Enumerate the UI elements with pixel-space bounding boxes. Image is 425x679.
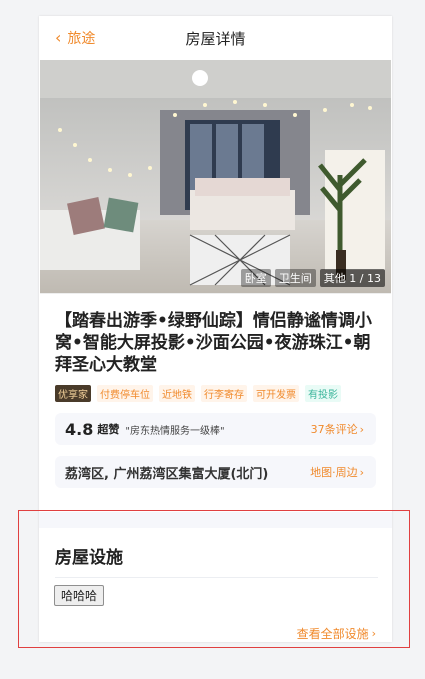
badge-parking: 付费停车位 [97,385,153,402]
photo-tag-other[interactable]: 其他 1 / 13 [319,269,385,287]
map-link-label: 地图·周边 [310,466,358,479]
listing-title: 【踏春出游季•绿野仙踪】情侣静谧情调小窝•智能大屏投影•沙面公园•夜游珠江•朝拜… [55,311,372,375]
badge-projector: 有投影 [305,385,341,402]
photo-tag-bathroom[interactable]: 卫生间 [274,269,316,287]
photo-tag-other-label: 其他 [323,272,346,285]
map-link[interactable]: 地图·周边 › [310,464,364,480]
badge-invoice: 可开发票 [253,385,299,402]
reviews-link[interactable]: 37条评论 › [311,421,364,437]
photo-tags: 卧室 卫生间 其他 1 / 13 [240,269,385,287]
chevron-right-icon: › [359,422,364,436]
chevron-right-icon: › [359,465,364,479]
rating-level: 超赞 [97,423,120,436]
room-photo [40,60,391,293]
rating-score: 4.8 [65,419,94,439]
badge-premium: 优享家 [55,385,91,402]
photo-tag-bedroom[interactable]: 卧室 [240,269,271,287]
address-row[interactable]: 荔湾区, 广州荔湾区集富大厦(北门) 地图·周边 › [55,456,376,488]
photo-gallery[interactable]: 卧室 卫生间 其他 1 / 13 [40,60,391,294]
badge-luggage: 行李寄存 [201,385,247,402]
highlight-box [18,510,410,648]
badge-metro: 近地铁 [159,385,195,402]
nav-header: ‹ 旅途 房屋详情 [39,16,392,60]
reviews-count: 37条评论 [310,423,358,436]
address-text: 荔湾区, 广州荔湾区集富大厦(北门) [65,466,269,482]
photo-counter: 1 / 13 [349,272,381,285]
feature-badges: 优享家 付费停车位 近地铁 行李寄存 可开发票 有投影 [55,385,341,402]
rating-quote: "房东热情服务一级棒" [125,425,225,437]
page-title: 房屋详情 [185,30,246,48]
rating-row[interactable]: 4.8 超赞 "房东热情服务一级棒" 37条评论 › [55,413,376,445]
